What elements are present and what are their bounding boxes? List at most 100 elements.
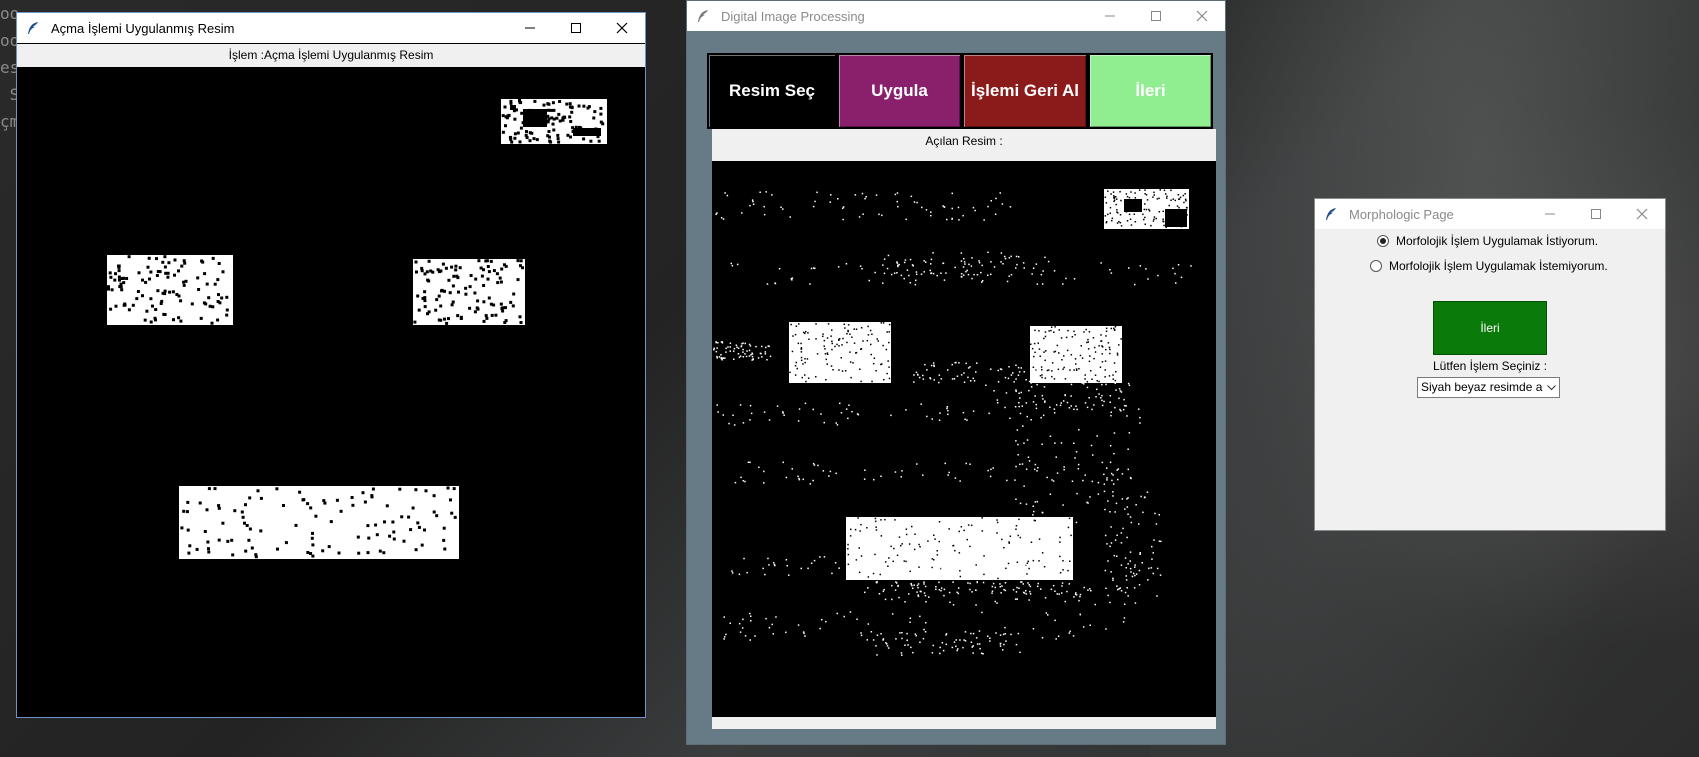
noise-pixel [1008,275,1010,277]
select-image-button[interactable]: Resim Seç [707,53,837,129]
noise-pixel [509,300,513,304]
noise-pixel [1064,394,1066,397]
noise-pixel [1182,194,1185,197]
noise-pixel [1115,389,1117,391]
noise-pixel [1049,493,1052,495]
noise-pixel [789,216,791,218]
noise-pixel [1116,222,1119,224]
noise-pixel [838,345,840,347]
noise-pixel [487,270,491,274]
noise-pixel [515,108,518,112]
noise-pixel [163,255,167,259]
noise-pixel [1123,404,1126,407]
noise-pixel [1083,383,1085,385]
noise-pixel [1040,416,1042,419]
noise-pixel [800,356,803,359]
noise-pixel [954,549,956,552]
minimize-icon[interactable] [507,13,553,43]
noise-pixel [965,462,967,465]
noise-pixel [1145,268,1147,270]
titlebar[interactable]: Açma İşlemi Uygulanmış Resim [17,13,645,43]
minimize-icon[interactable] [1087,1,1133,31]
noise-pixel [1127,513,1129,515]
noise-pixel [1062,504,1064,506]
noise-pixel [964,631,967,633]
noise-pixel [1113,197,1116,199]
noise-pixel [519,264,522,268]
noise-pixel [156,289,160,293]
noise-pixel [1113,328,1116,331]
noise-pixel [1090,590,1092,592]
next-button[interactable]: İleri [1433,301,1547,355]
noise-pixel [1044,256,1046,259]
noise-pixel [1028,567,1030,570]
noise-pixel [443,289,446,293]
noise-pixel [468,285,472,289]
noise-pixel [1044,331,1047,333]
noise-pixel [952,545,954,547]
noise-pixel [1075,363,1077,365]
close-icon[interactable] [1179,1,1225,31]
noise-pixel [1033,510,1035,513]
maximize-icon[interactable] [1133,1,1179,31]
noise-pixel [1055,456,1057,458]
noise-pixel [744,635,747,637]
apply-button[interactable]: Uygula [837,53,962,129]
undo-button[interactable]: İşlemi Geri Al [962,53,1088,129]
noise-pixel [962,214,964,217]
noise-pixel [1029,593,1032,595]
noise-pixel [943,588,946,591]
noise-pixel [1000,592,1002,594]
noise-pixel [1008,366,1010,368]
noise-pixel [729,346,731,348]
noise-pixel [957,592,960,595]
noise-pixel [350,496,354,499]
maximize-icon[interactable] [553,13,599,43]
noise-pixel [1112,378,1114,380]
noise-pixel [733,347,736,350]
noise-pixel [823,421,825,424]
noise-pixel [1115,196,1117,198]
noise-pixel [117,275,121,279]
noise-pixel [1050,326,1053,328]
noise-pixel [351,503,355,507]
noise-pixel [1156,595,1158,597]
noise-pixel [1004,376,1007,379]
noise-pixel [920,590,922,593]
noise-pixel [398,487,402,491]
noise-pixel [311,543,315,547]
noise-pixel [915,371,918,374]
minimize-icon[interactable] [1527,199,1573,229]
noise-pixel [197,288,201,291]
noise-pixel [987,251,989,254]
noise-pixel [392,530,396,534]
noise-pixel [1107,560,1109,562]
noise-pixel [207,547,210,551]
operation-select[interactable]: Siyah beyaz resimde aç [1417,377,1560,398]
noise-pixel [880,519,882,521]
noise-pixel [729,622,731,624]
noise-pixel [957,648,959,650]
titlebar[interactable]: Digital Image Processing [687,1,1225,31]
noise-pixel [969,545,971,548]
noise-pixel [860,555,863,557]
noise-pixel [985,384,987,386]
noise-pixel [970,632,972,635]
close-icon[interactable] [599,13,645,43]
radio-no-morph[interactable]: Morfolojik İşlem Uygulamak İstemiyorum. [1370,259,1608,273]
noise-pixel [1042,270,1044,272]
noise-pixel [1100,262,1102,264]
noise-pixel [748,349,751,352]
noise-pixel [905,409,907,411]
morphologic-window: Morphologic Page Morfolojik İşlem Uygula… [1314,198,1666,531]
close-icon[interactable] [1619,199,1665,229]
noise-pixel [1105,327,1108,330]
noise-pixel [1145,194,1148,196]
radio-apply-morph[interactable]: Morfolojik İşlem Uygulamak İstiyorum. [1377,234,1598,248]
noise-pixel [763,411,766,413]
maximize-icon[interactable] [1573,199,1619,229]
chevron-down-icon [1543,378,1559,397]
next-button[interactable]: İleri [1088,53,1213,129]
titlebar[interactable]: Morphologic Page [1315,199,1665,229]
noise-pixel [1151,545,1153,548]
